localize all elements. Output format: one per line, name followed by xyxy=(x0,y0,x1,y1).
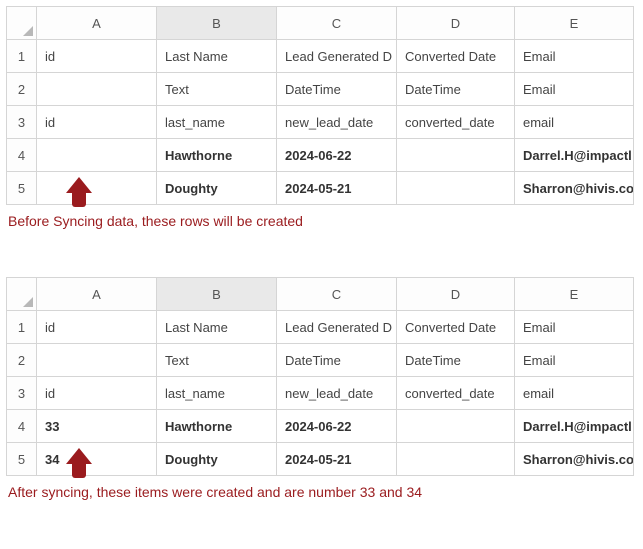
cell[interactable]: Last Name xyxy=(157,40,277,73)
row-header[interactable]: 5 xyxy=(7,172,37,205)
cell[interactable]: Converted Date xyxy=(397,40,515,73)
cell[interactable]: DateTime xyxy=(397,344,515,377)
cell[interactable]: Sharron@hivis.co xyxy=(515,172,634,205)
cell[interactable] xyxy=(37,172,157,205)
arrow-up-icon xyxy=(66,448,92,480)
cell[interactable]: Email xyxy=(515,73,634,106)
cell[interactable]: 2024-05-21 xyxy=(277,443,397,476)
row-header[interactable]: 1 xyxy=(7,311,37,344)
table-row: 5 Doughty 2024-05-21 Sharron@hivis.co xyxy=(7,172,634,205)
table-row: 3 id last_name new_lead_date converted_d… xyxy=(7,106,634,139)
cell[interactable]: converted_date xyxy=(397,377,515,410)
cell[interactable]: Email xyxy=(515,40,634,73)
select-all-corner[interactable] xyxy=(7,7,37,40)
cell[interactable]: id xyxy=(37,40,157,73)
cell[interactable]: id xyxy=(37,311,157,344)
cell[interactable]: Last Name xyxy=(157,311,277,344)
cell[interactable]: Text xyxy=(157,73,277,106)
row-header[interactable]: 3 xyxy=(7,106,37,139)
table-row: 5 34 Doughty 2024-05-21 Sharron@hivis.co xyxy=(7,443,634,476)
cell[interactable]: Converted Date xyxy=(397,311,515,344)
col-header-e[interactable]: E xyxy=(515,278,634,311)
cell[interactable]: Lead Generated D xyxy=(277,311,397,344)
col-header-a[interactable]: A xyxy=(37,7,157,40)
col-header-c[interactable]: C xyxy=(277,7,397,40)
cell[interactable]: 2024-05-21 xyxy=(277,172,397,205)
table-row: 2 Text DateTime DateTime Email xyxy=(7,344,634,377)
cell[interactable] xyxy=(397,443,515,476)
cell[interactable]: id xyxy=(37,377,157,410)
cell[interactable]: Doughty xyxy=(157,443,277,476)
cell[interactable]: Darrel.H@impactl xyxy=(515,410,634,443)
col-header-b[interactable]: B xyxy=(157,278,277,311)
table-row: 2 Text DateTime DateTime Email xyxy=(7,73,634,106)
cell[interactable]: id xyxy=(37,106,157,139)
select-all-icon xyxy=(23,26,33,36)
cell[interactable] xyxy=(37,73,157,106)
cell[interactable]: 33 xyxy=(37,410,157,443)
cell[interactable]: 34 xyxy=(37,443,157,476)
cell[interactable]: new_lead_date xyxy=(277,377,397,410)
table-row: 4 Hawthorne 2024-06-22 Darrel.H@impactl xyxy=(7,139,634,172)
col-header-a[interactable]: A xyxy=(37,278,157,311)
cell[interactable]: 2024-06-22 xyxy=(277,410,397,443)
cell[interactable]: DateTime xyxy=(397,73,515,106)
cell[interactable]: DateTime xyxy=(277,73,397,106)
col-header-b[interactable]: B xyxy=(157,7,277,40)
column-header-row: A B C D E xyxy=(7,278,634,311)
arrow-up-icon xyxy=(66,177,92,209)
cell[interactable]: last_name xyxy=(157,106,277,139)
cell[interactable] xyxy=(37,139,157,172)
cell[interactable]: DateTime xyxy=(277,344,397,377)
cell[interactable]: Email xyxy=(515,311,634,344)
cell[interactable]: new_lead_date xyxy=(277,106,397,139)
spreadsheet-after: A B C D E 1 id Last Name Lead Generated … xyxy=(6,277,634,476)
row-header[interactable]: 5 xyxy=(7,443,37,476)
row-header[interactable]: 4 xyxy=(7,410,37,443)
caption-before: Before Syncing data, these rows will be … xyxy=(8,213,637,229)
cell[interactable]: Email xyxy=(515,344,634,377)
cell[interactable]: Darrel.H@impactl xyxy=(515,139,634,172)
row-header[interactable]: 2 xyxy=(7,344,37,377)
spreadsheet-before: A B C D E 1 id Last Name Lead Generated … xyxy=(6,6,634,205)
cell[interactable] xyxy=(397,172,515,205)
cell[interactable]: Hawthorne xyxy=(157,410,277,443)
table-row: 3 id last_name new_lead_date converted_d… xyxy=(7,377,634,410)
cell[interactable]: Doughty xyxy=(157,172,277,205)
cell[interactable] xyxy=(397,410,515,443)
col-header-d[interactable]: D xyxy=(397,278,515,311)
table-row: 1 id Last Name Lead Generated D Converte… xyxy=(7,40,634,73)
column-header-row: A B C D E xyxy=(7,7,634,40)
cell[interactable]: Text xyxy=(157,344,277,377)
select-all-icon xyxy=(23,297,33,307)
cell[interactable] xyxy=(37,344,157,377)
cell[interactable]: email xyxy=(515,377,634,410)
row-header[interactable]: 3 xyxy=(7,377,37,410)
col-header-e[interactable]: E xyxy=(515,7,634,40)
select-all-corner[interactable] xyxy=(7,278,37,311)
cell[interactable]: Lead Generated D xyxy=(277,40,397,73)
table-row: 4 33 Hawthorne 2024-06-22 Darrel.H@impac… xyxy=(7,410,634,443)
table-row: 1 id Last Name Lead Generated D Converte… xyxy=(7,311,634,344)
cell[interactable]: Sharron@hivis.co xyxy=(515,443,634,476)
cell[interactable]: 2024-06-22 xyxy=(277,139,397,172)
cell[interactable]: email xyxy=(515,106,634,139)
cell[interactable]: converted_date xyxy=(397,106,515,139)
cell[interactable]: Hawthorne xyxy=(157,139,277,172)
cell[interactable]: last_name xyxy=(157,377,277,410)
col-header-d[interactable]: D xyxy=(397,7,515,40)
cell[interactable] xyxy=(397,139,515,172)
row-header[interactable]: 1 xyxy=(7,40,37,73)
caption-after: After syncing, these items were created … xyxy=(8,484,637,500)
row-header[interactable]: 2 xyxy=(7,73,37,106)
row-header[interactable]: 4 xyxy=(7,139,37,172)
col-header-c[interactable]: C xyxy=(277,278,397,311)
